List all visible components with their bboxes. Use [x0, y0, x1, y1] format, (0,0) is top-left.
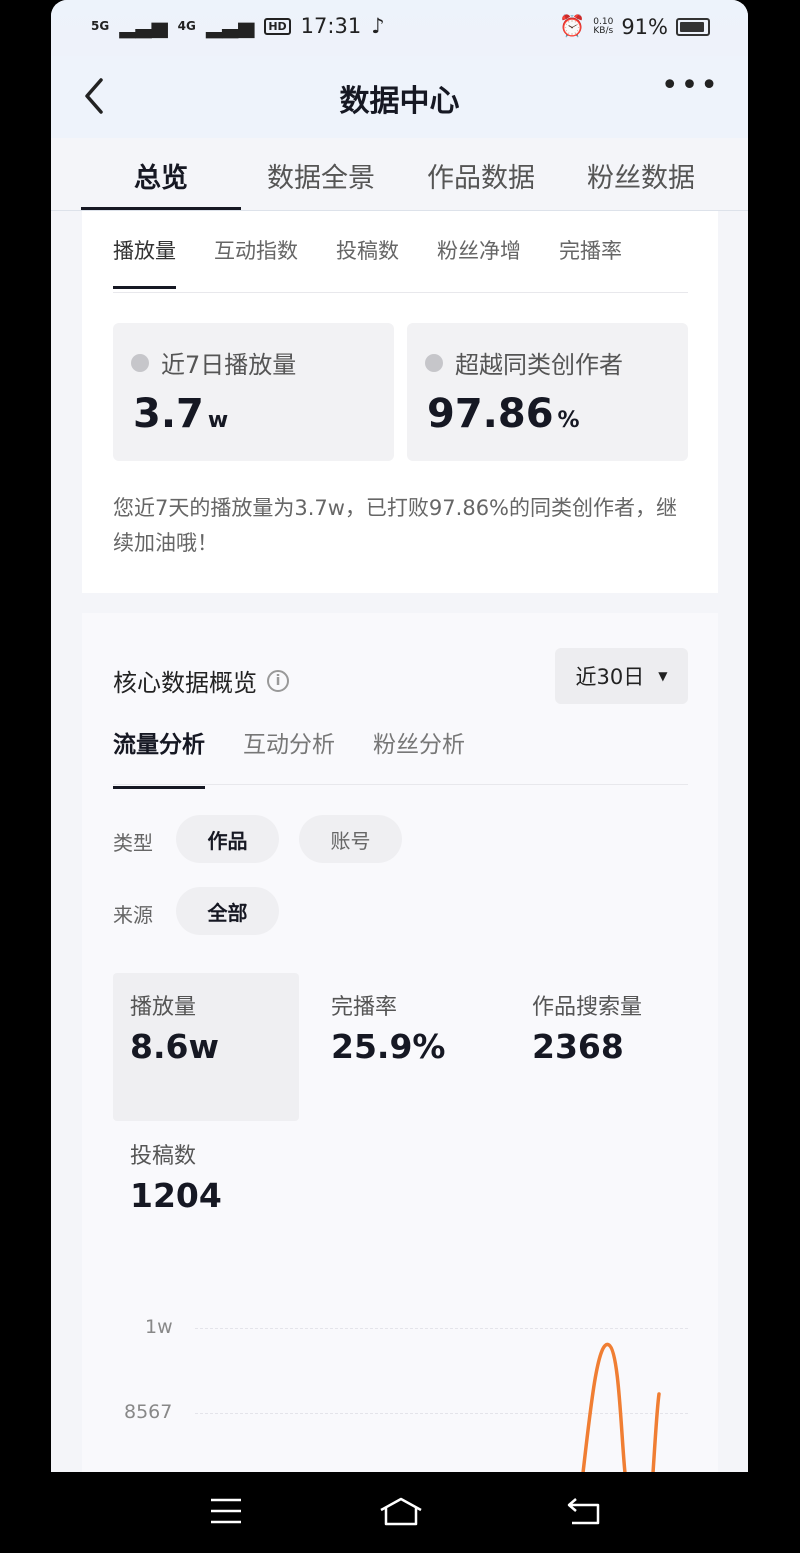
stat-card-plays: 近7日播放量 3.7 w — [113, 323, 394, 461]
signal-icon: ▂▃▅ — [205, 14, 255, 38]
source-chip-all[interactable]: 全部 — [176, 887, 279, 935]
metric-label: 播放量 — [130, 995, 197, 1020]
divider — [113, 784, 688, 785]
tab-fan-data[interactable]: 粉丝数据 — [561, 138, 721, 210]
stat-value: 97.86 — [427, 391, 554, 437]
tab-interaction-analysis[interactable]: 互动分析 — [243, 725, 335, 789]
battery-percent: 91% — [621, 14, 668, 39]
section-title: 核心数据概览 — [113, 669, 257, 697]
traffic-chart: 1w 8567 — [113, 1313, 688, 1473]
top-navigation: 数据中心 ••• — [51, 56, 748, 138]
status-bar: 5G ▂▃▅ 4G ▂▃▅ HD 17:31 ♪ ⏰ 0.10 KB/s 91% — [51, 0, 748, 56]
metric-card-search-volume[interactable]: 作品搜索量 2368 — [515, 973, 701, 1121]
home-icon[interactable] — [378, 1496, 424, 1532]
core-data-card: 核心数据概览 i 近30日 ▼ 流量分析 互动分析 粉丝分析 类型 作品 账号 … — [82, 613, 718, 1473]
stat-card-percentile: 超越同类创作者 97.86% — [407, 323, 688, 461]
metric-card-submissions[interactable]: 投稿数 1204 — [113, 1122, 299, 1270]
tab-work-data[interactable]: 作品数据 — [401, 138, 561, 210]
tab-overview[interactable]: 总览 — [81, 138, 241, 210]
stat-unit: w — [207, 408, 229, 433]
metric-label: 完播率 — [331, 995, 398, 1020]
status-dot-icon — [131, 353, 149, 372]
status-time: 17:31 — [300, 14, 362, 38]
signal-icon: ▂▃▅ — [119, 14, 168, 38]
more-options-icon[interactable]: ••• — [661, 68, 720, 103]
net-speed-unit: KB/s — [593, 25, 614, 36]
net-speed: 0.10 KB/s — [593, 17, 614, 36]
info-icon[interactable]: i — [267, 669, 289, 692]
tab-traffic-analysis[interactable]: 流量分析 — [113, 725, 205, 789]
subtab-submissions[interactable]: 投稿数 — [336, 235, 399, 289]
analysis-tabs: 流量分析 互动分析 粉丝分析 — [113, 725, 465, 789]
metric-card-plays[interactable]: 播放量 8.6w — [113, 973, 299, 1121]
metric-value: 2368 — [532, 1027, 624, 1066]
menu-icon[interactable] — [209, 1496, 243, 1530]
date-range-label: 近30日 — [575, 665, 645, 689]
network-5g-indicator: 5G — [91, 19, 110, 33]
stat-label: 近7日播放量 — [161, 351, 297, 379]
stat-value: 3.7 — [133, 391, 204, 437]
main-tabs: 总览 数据全景 作品数据 粉丝数据 — [81, 138, 721, 210]
chart-plot — [581, 1342, 661, 1473]
tab-fan-analysis[interactable]: 粉丝分析 — [373, 725, 465, 789]
battery-icon — [676, 17, 710, 36]
type-chip-works[interactable]: 作品 — [176, 815, 279, 863]
tiktok-icon: ♪ — [371, 14, 385, 38]
metric-label: 作品搜索量 — [532, 995, 643, 1020]
metric-card-completion-rate[interactable]: 完播率 25.9% — [314, 973, 500, 1121]
overview-subtabs: 播放量 互动指数 投稿数 粉丝净增 完播率 — [113, 235, 622, 289]
overview-card: 播放量 互动指数 投稿数 粉丝净增 完播率 近7日播放量 3.7 w 超越同类创作… — [82, 211, 718, 593]
source-filter-label: 来源 — [113, 903, 153, 927]
status-dot-icon — [425, 353, 443, 372]
type-filter-label: 类型 — [113, 831, 153, 855]
divider — [113, 292, 688, 293]
metric-value: 1204 — [130, 1176, 222, 1215]
back-nav-icon[interactable] — [566, 1496, 602, 1530]
caret-down-icon: ▼ — [658, 669, 668, 683]
subtab-net-fans[interactable]: 粉丝净增 — [437, 235, 521, 289]
metric-label: 投稿数 — [130, 1144, 197, 1169]
network-4g-indicator: 4G — [177, 19, 196, 33]
page-title: 数据中心 — [339, 84, 460, 119]
hd-badge: HD — [264, 17, 291, 35]
alarm-icon: ⏰ — [559, 14, 586, 38]
subtab-interaction-index[interactable]: 互动指数 — [214, 235, 298, 289]
metric-value: 25.9% — [331, 1027, 446, 1066]
app-screen: 5G ▂▃▅ 4G ▂▃▅ HD 17:31 ♪ ⏰ 0.10 KB/s 91%… — [51, 0, 748, 1553]
series-line — [581, 1342, 661, 1473]
date-range-select[interactable]: 近30日 ▼ — [555, 648, 688, 704]
subtab-completion-rate[interactable]: 完播率 — [559, 235, 622, 289]
tab-data-panorama[interactable]: 数据全景 — [241, 138, 401, 210]
metric-value: 8.6w — [130, 1027, 219, 1066]
stat-label: 超越同类创作者 — [455, 351, 623, 379]
stat-unit: % — [557, 408, 580, 433]
type-chip-account[interactable]: 账号 — [299, 815, 402, 863]
system-navigation-bar — [0, 1472, 800, 1553]
subtab-plays[interactable]: 播放量 — [113, 235, 176, 289]
overview-description: 您近7天的播放量为3.7w，已打败97.86%的同类创作者，继续加油哦！ — [113, 496, 678, 555]
